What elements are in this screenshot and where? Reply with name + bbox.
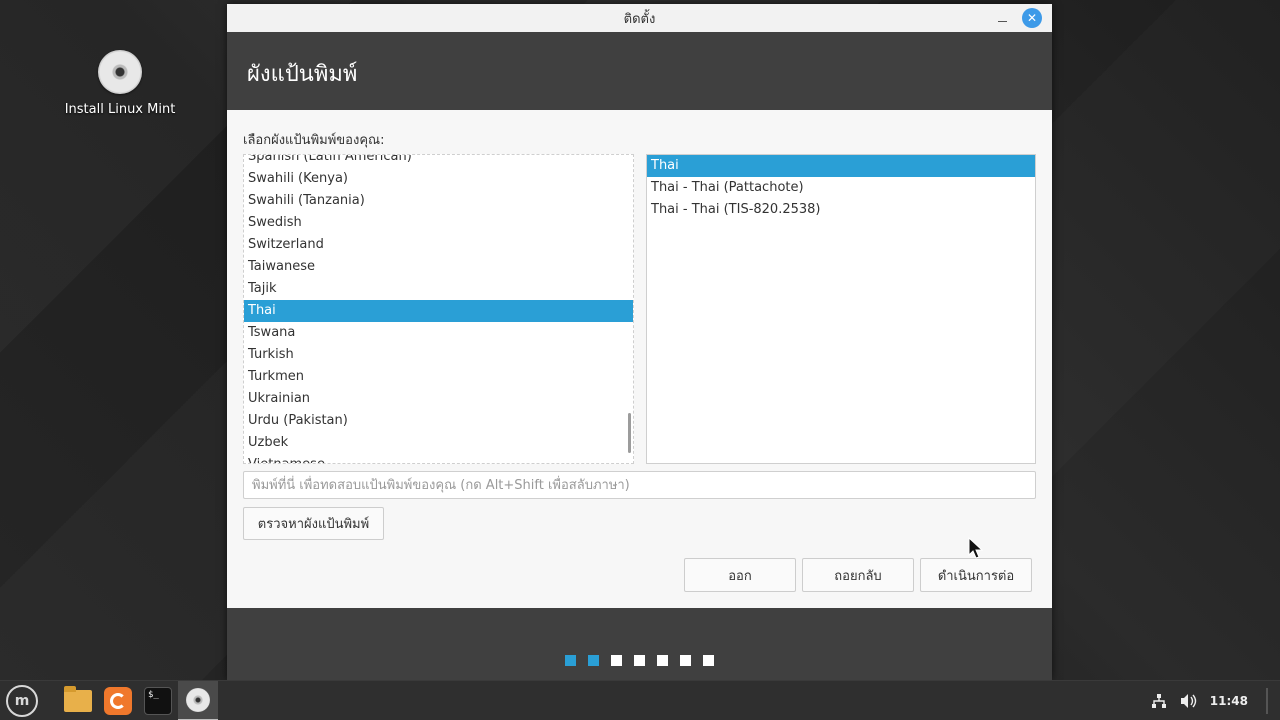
files-launcher[interactable] [62, 685, 94, 717]
content-area: เลือกผังแป้นพิมพ์ของคุณ: Spanish (Latin … [227, 110, 1052, 608]
layout-list-scrollbar[interactable] [628, 413, 631, 453]
progress-dot [634, 655, 645, 666]
volume-icon[interactable] [1180, 693, 1198, 709]
list-item[interactable]: Swahili (Tanzania) [244, 190, 633, 212]
keyboard-test-input[interactable] [243, 471, 1036, 499]
progress-dot [680, 655, 691, 666]
list-item[interactable]: Urdu (Pakistan) [244, 410, 633, 432]
quit-button[interactable]: ออก [684, 558, 796, 592]
progress-dot [657, 655, 668, 666]
desktop-icon-label: Install Linux Mint [64, 102, 176, 117]
layout-prompt-label: เลือกผังแป้นพิมพ์ของคุณ: [243, 133, 385, 148]
disc-icon [98, 50, 142, 94]
list-item[interactable]: Tajik [244, 278, 633, 300]
list-item[interactable]: Uzbek [244, 432, 633, 454]
list-item[interactable]: Swahili (Kenya) [244, 168, 633, 190]
step-progress-indicator [565, 655, 714, 666]
folder-icon [64, 686, 92, 712]
minimize-button[interactable] [992, 8, 1012, 28]
detect-layout-button[interactable]: ตรวจหาผังแป้นพิมพ์ [243, 507, 384, 540]
list-item[interactable]: Vietnamese [244, 454, 633, 463]
back-button[interactable]: ถอยกลับ [802, 558, 914, 592]
layout-list-items: Spanish (Latin American) Swahili (Kenya) S… [244, 155, 633, 463]
window-footer [227, 608, 1052, 680]
taskbar: m $_ 11:48 [0, 680, 1280, 720]
clock[interactable]: 11:48 [1210, 694, 1248, 708]
terminal-launcher[interactable]: $_ [142, 685, 174, 717]
installer-disc-icon [186, 688, 210, 712]
close-icon: ✕ [1026, 11, 1038, 25]
list-item[interactable]: Thai [244, 300, 633, 322]
list-item[interactable]: Ukrainian [244, 388, 633, 410]
close-button[interactable]: ✕ [1022, 8, 1042, 28]
page-title: ผังแป้นพิมพ์ [247, 62, 358, 87]
terminal-icon: $_ [144, 687, 172, 715]
taskbar-installer-window[interactable] [178, 681, 218, 720]
keyboard-layout-list[interactable]: Spanish (Latin American) Swahili (Kenya) S… [243, 154, 634, 464]
list-item[interactable]: Spanish (Latin American) [244, 155, 633, 168]
window-titlebar[interactable]: ติดตั้ง ✕ [227, 4, 1052, 32]
list-item[interactable]: Taiwanese [244, 256, 633, 278]
show-desktop-button[interactable] [1266, 688, 1268, 714]
network-icon[interactable] [1150, 693, 1168, 709]
installer-window: ติดตั้ง ✕ ผังแป้นพิมพ์ เลือกผังแป้นพิมพ์… [227, 4, 1052, 680]
list-item[interactable]: Thai [647, 155, 1035, 177]
progress-dot [565, 655, 576, 666]
variant-list-items: Thai Thai - Thai (Pattachote) Thai - Thai … [647, 155, 1035, 221]
list-item[interactable]: Thai - Thai (Pattachote) [647, 177, 1035, 199]
page-header: ผังแป้นพิมพ์ [227, 32, 1052, 110]
minimize-icon [997, 20, 1007, 22]
keyboard-variant-list[interactable]: Thai Thai - Thai (Pattachote) Thai - Thai … [646, 154, 1036, 464]
list-item[interactable]: Tswana [244, 322, 633, 344]
firefox-launcher[interactable] [102, 685, 134, 717]
list-item[interactable]: Switzerland [244, 234, 633, 256]
list-item[interactable]: Thai - Thai (TIS-820.2538) [647, 199, 1035, 221]
progress-dot [703, 655, 714, 666]
system-tray: 11:48 [1150, 681, 1268, 720]
progress-dot [611, 655, 622, 666]
mouse-cursor-icon [968, 537, 984, 559]
list-item[interactable]: Turkmen [244, 366, 633, 388]
list-item[interactable]: Swedish [244, 212, 633, 234]
desktop-icon-install-linux-mint[interactable]: Install Linux Mint [60, 50, 180, 117]
progress-dot [588, 655, 599, 666]
window-title: ติดตั้ง [623, 11, 656, 27]
mint-menu-icon[interactable]: m [6, 685, 38, 717]
list-item[interactable]: Turkish [244, 344, 633, 366]
firefox-icon [104, 687, 132, 715]
continue-button[interactable]: ดำเนินการต่อ [920, 558, 1032, 592]
